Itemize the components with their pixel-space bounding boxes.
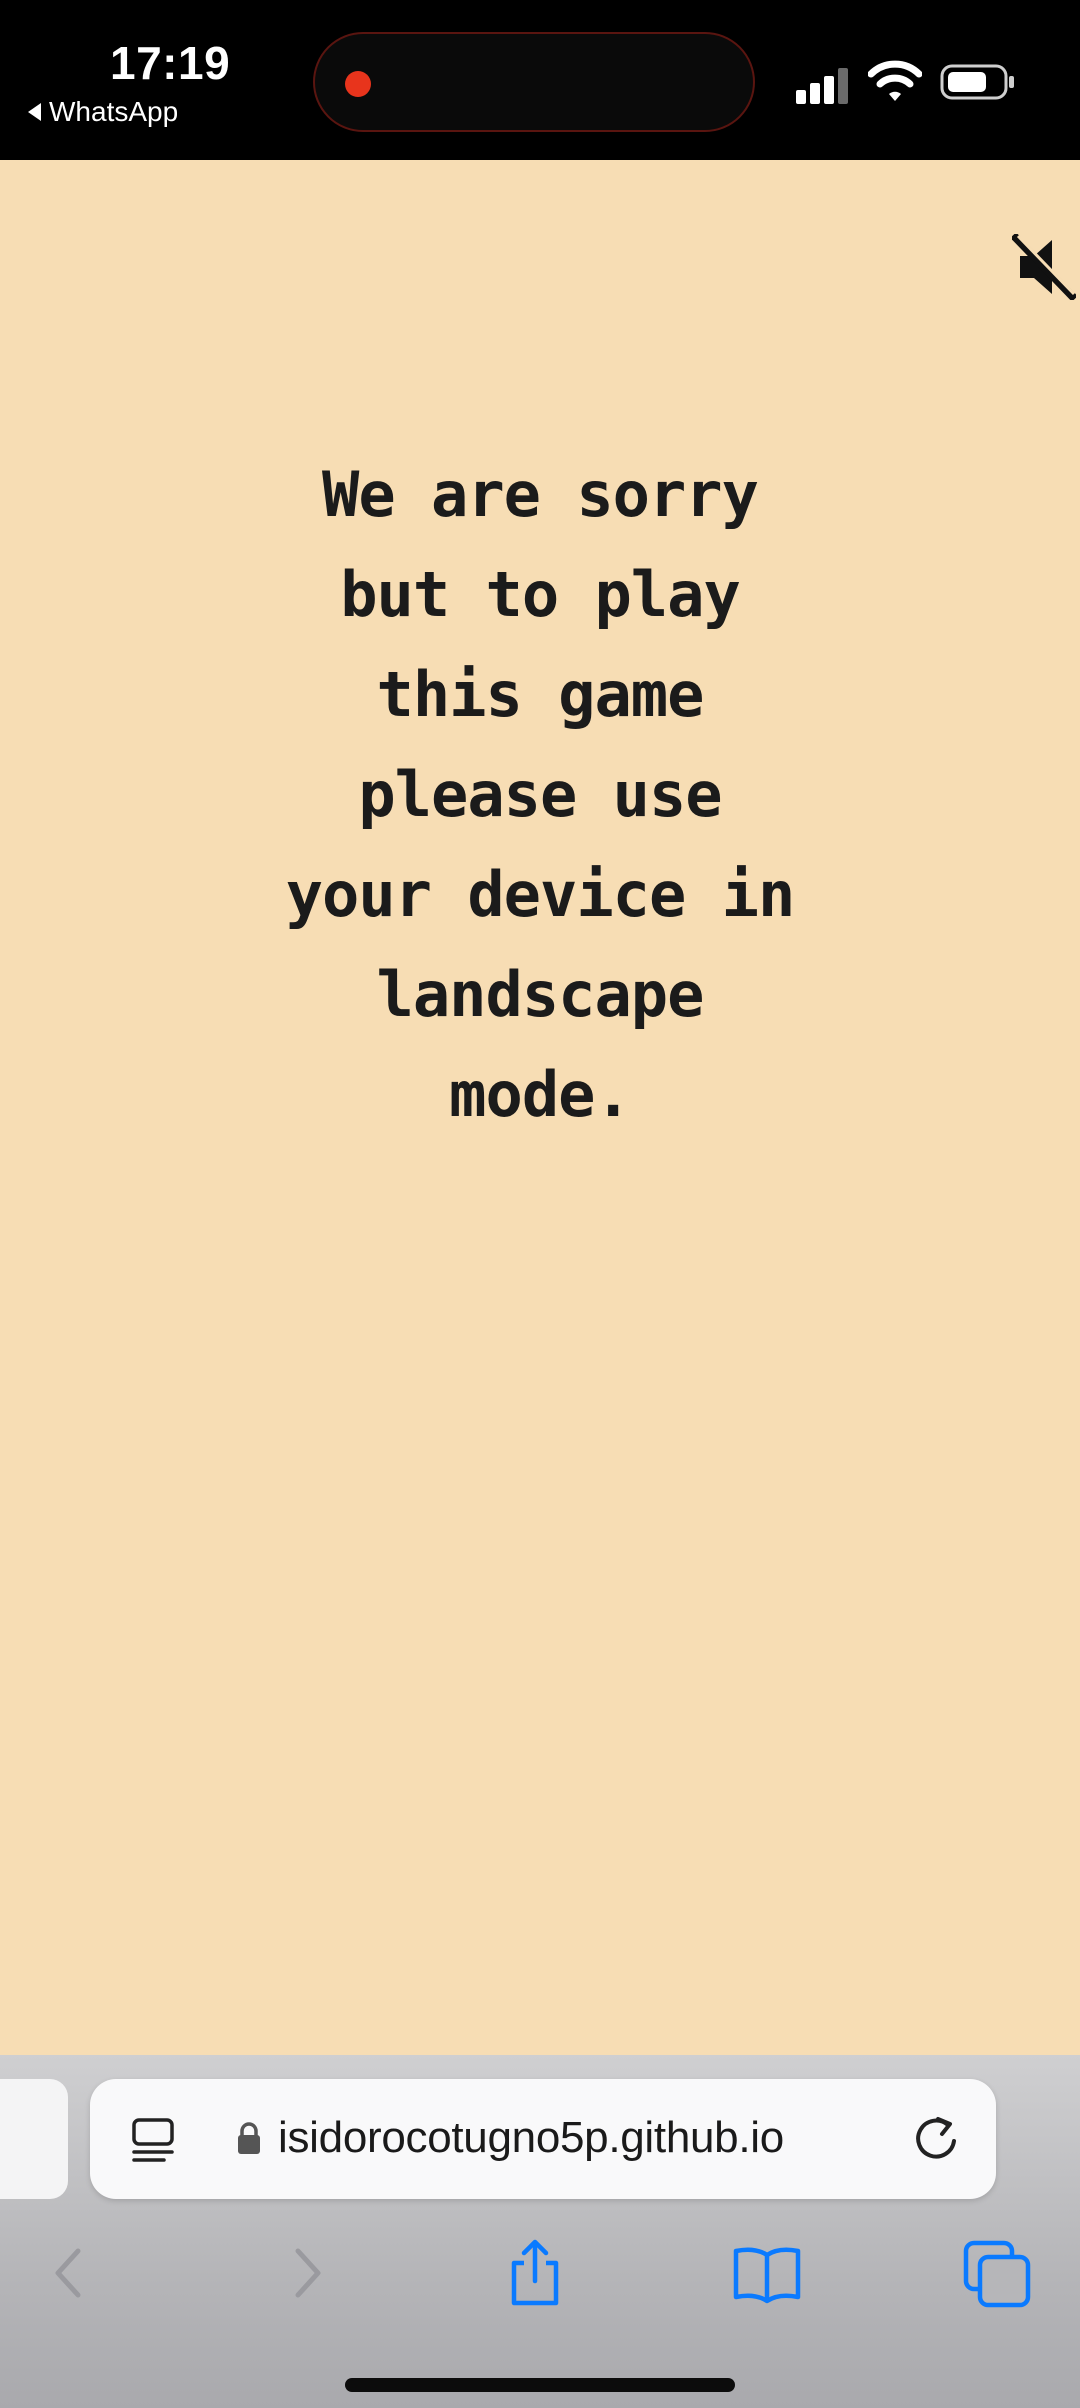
home-indicator[interactable]	[345, 2378, 735, 2392]
wifi-icon	[868, 60, 922, 101]
speaker-muted-icon[interactable]	[1012, 234, 1076, 300]
share-icon[interactable]	[500, 2237, 570, 2309]
battery-icon	[940, 64, 1014, 100]
lock-icon	[238, 2122, 260, 2154]
address-bar[interactable]: isidorocotugno5p.github.io	[90, 2079, 996, 2199]
message-line: We are sorry	[322, 458, 759, 531]
back-icon[interactable]	[34, 2237, 104, 2309]
status-time: 17:19	[110, 37, 231, 89]
bookmarks-icon[interactable]	[732, 2237, 802, 2309]
tabs-icon[interactable]	[962, 2237, 1032, 2309]
forward-icon[interactable]	[272, 2237, 342, 2309]
previous-tab-card[interactable]	[0, 2079, 68, 2199]
back-app-label: WhatsApp	[49, 96, 179, 127]
message-line: but to play	[340, 558, 741, 631]
message-line: please use	[358, 758, 722, 831]
screen-recording-indicator-icon	[345, 71, 371, 97]
orientation-warning-message: We are sorry but to play this game pleas…	[240, 445, 840, 1145]
message-line: your device in	[285, 858, 796, 931]
message-line: landscape	[376, 958, 705, 1031]
back-triangle-icon	[28, 103, 41, 121]
url-text: isidorocotugno5p.github.io	[278, 2113, 784, 2162]
message-line: this game	[376, 658, 705, 731]
phone-screen: 17:19 WhatsApp We are sorry but to play …	[0, 0, 1080, 2408]
message-line: mode.	[449, 1058, 632, 1131]
status-bar: 17:19 WhatsApp	[0, 0, 1080, 160]
browser-bottom-bar: isidorocotugno5p.github.io	[0, 2055, 1080, 2408]
back-to-app-link[interactable]: WhatsApp	[28, 96, 178, 128]
dynamic-island	[313, 32, 755, 132]
reload-icon[interactable]	[908, 2111, 964, 2167]
game-content-area: We are sorry but to play this game pleas…	[0, 160, 1080, 2055]
cellular-signal-icon	[796, 68, 852, 104]
reader-mode-icon[interactable]	[130, 2117, 176, 2167]
